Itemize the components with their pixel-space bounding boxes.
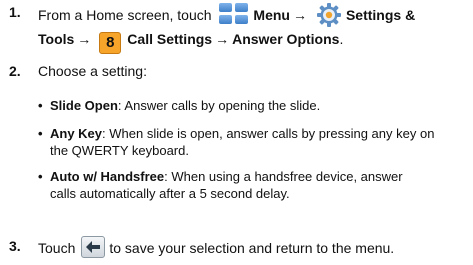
call-settings-label: Call Settings [127, 31, 213, 47]
step-1-line-1: From a Home screen, touch Menu → Setting… [38, 2, 415, 28]
step-number: 1. [9, 4, 21, 20]
answer-options-label: Answer Options [232, 31, 340, 47]
option-description-cont: the QWERTY keyboard. [50, 143, 189, 158]
settings-label: Settings & [345, 7, 416, 23]
option-description-cont: calls automatically after a 5 second del… [50, 186, 290, 201]
option-description: : Answer calls by opening the slide. [117, 98, 321, 113]
step-1-line-2: Tools → 8 Call Settings → Answer Options. [38, 29, 343, 54]
arrow-right-icon: → [77, 31, 92, 47]
arrow-right-icon: → [292, 7, 307, 23]
bullet: • [38, 126, 43, 141]
bullet: • [38, 98, 43, 113]
option-name: Auto w/ Handsfree [50, 169, 165, 184]
gear-icon [316, 2, 342, 28]
arrow-right-icon: → [215, 31, 230, 47]
number-key-badge: 8 [99, 32, 122, 54]
step-1-prefix: From a Home screen, touch [38, 7, 212, 23]
option-description: : When using a handsfree device, answer [164, 169, 403, 184]
step-number: 2. [9, 63, 21, 79]
step-3-text: Touch to save your selection and return … [38, 236, 394, 258]
step-number: 3. [9, 238, 21, 254]
step-2-text: Choose a setting: [38, 63, 147, 79]
option-name: Any Key [50, 126, 103, 141]
tools-label: Tools [38, 31, 75, 47]
bullet: • [38, 169, 43, 184]
option-description: : When slide is open, answer calls by pr… [102, 126, 435, 141]
menu-grid-icon [219, 3, 249, 25]
menu-label: Menu [253, 7, 290, 23]
step-3-suffix: to save your selection and return to the… [109, 240, 395, 256]
period: . [339, 31, 344, 47]
back-arrow-icon [81, 236, 106, 258]
instruction-document: 1. From a Home screen, touch Menu → Sett… [0, 0, 473, 265]
option-name: Slide Open [50, 98, 118, 113]
step-3-prefix: Touch [38, 240, 76, 256]
